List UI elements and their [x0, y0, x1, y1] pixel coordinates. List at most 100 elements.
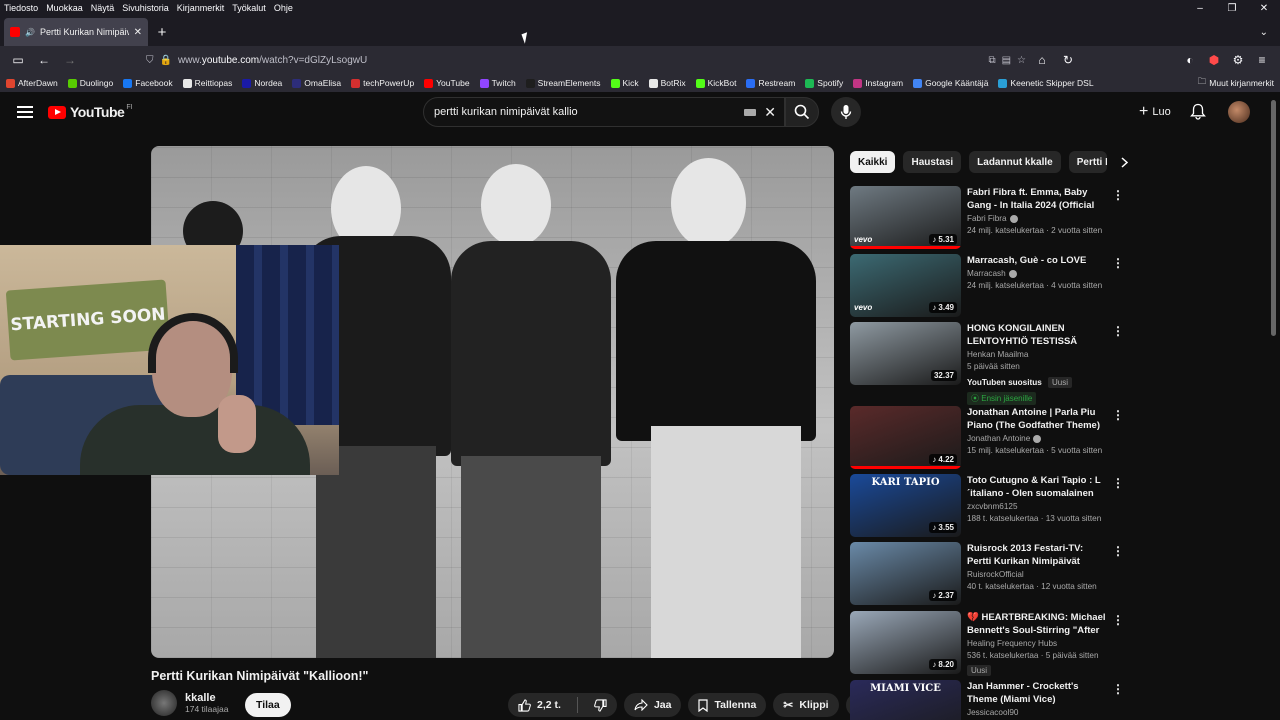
bookmark-item[interactable]: Twitch [479, 78, 516, 88]
close-window-icon[interactable]: ✕ [1248, 3, 1280, 14]
chip-uploaded-by[interactable]: Ladannut kkalle [969, 151, 1061, 173]
channel-avatar[interactable] [151, 690, 177, 716]
recommended-video[interactable]: KARI TAPIO ♪ 3.55 Toto Cutugno & Kari Tapio… [850, 474, 1124, 538]
more-vertical-icon[interactable]: ⋮ [1112, 256, 1124, 270]
lock-icon[interactable]: 🔒 [160, 55, 172, 66]
bookmark-item[interactable]: KickBot [695, 78, 736, 88]
save-button[interactable]: Tallenna [688, 693, 767, 717]
recommended-video[interactable]: 32.37 HONG KONGILAINEN LENTOYHTIÖ TESTISS… [850, 322, 1124, 405]
recommended-video[interactable]: vevo ♪ 5.31 Fabri Fibra ft. Emma, Baby Gang… [850, 186, 1124, 250]
menu-tools[interactable]: Työkalut [228, 3, 270, 13]
dislike-button[interactable] [584, 693, 617, 717]
bookmark-item[interactable]: Kick [610, 78, 639, 88]
recommended-channel[interactable]: Fabri Fibra [967, 214, 1107, 223]
account-avatar[interactable] [1228, 101, 1250, 123]
video-thumbnail[interactable]: 32.37 [850, 322, 961, 385]
more-vertical-icon[interactable]: ⋮ [1112, 682, 1124, 696]
bookmark-item[interactable]: Facebook [123, 78, 173, 88]
subscribe-button[interactable]: Tilaa [245, 693, 291, 717]
video-thumbnail[interactable]: vevo ♪ 5.31 [850, 186, 961, 249]
recommended-video[interactable]: vevo ♪ 3.49 Marracash, Guè - co LOVE Marraca… [850, 254, 1124, 318]
browser-tab[interactable]: 🔊 Pertti Kurikan Nimipäivät "K ✕ [4, 18, 148, 46]
list-tabs-icon[interactable]: ⌄ [1260, 27, 1268, 38]
bookmark-star-icon[interactable]: ☆ [1017, 55, 1026, 66]
recommended-video-title[interactable]: 💔 HEARTBREAKING: Michael Bennett's Soul-… [967, 611, 1107, 637]
bookmark-item[interactable]: YouTube [424, 78, 470, 88]
recommended-video-title[interactable]: Fabri Fibra ft. Emma, Baby Gang - In Ita… [967, 186, 1107, 212]
menu-bookmarks[interactable]: Kirjanmerkit [173, 3, 229, 13]
recommended-video[interactable]: MIAMI VICE Jan Hammer - Crockett's Theme … [850, 680, 1124, 720]
recommended-video-title[interactable]: Toto Cutugno & Kari Tapio : L´italiano -… [967, 474, 1107, 500]
recommended-video-title[interactable]: HONG KONGILAINEN LENTOYHTIÖ TESTISSÄ [967, 322, 1107, 348]
recommended-video-title[interactable]: Jan Hammer - Crockett's Theme (Miami Vic… [967, 680, 1107, 706]
reader-mode-icon[interactable]: ▤ [1002, 55, 1011, 66]
clip-button[interactable]: ✂ Klippi [773, 693, 839, 717]
bookmark-item[interactable]: Reittiopas [182, 78, 232, 88]
recommended-channel[interactable]: Marracash [967, 269, 1107, 278]
back-button-icon[interactable]: ← [34, 50, 54, 70]
more-vertical-icon[interactable]: ⋮ [1112, 476, 1124, 490]
video-thumbnail[interactable]: ♪ 8.20 [850, 611, 961, 674]
menu-history[interactable]: Sivuhistoria [118, 3, 173, 13]
recommended-channel[interactable]: Healing Frequency Hubs [967, 639, 1107, 648]
bookmark-item[interactable]: Keenetic Skipper DSL [998, 78, 1094, 88]
video-thumbnail[interactable]: vevo ♪ 3.49 [850, 254, 961, 317]
voice-search-button[interactable] [831, 97, 861, 127]
bookmark-item[interactable]: Duolingo [67, 78, 113, 88]
bookmark-item[interactable]: StreamElements [525, 78, 601, 88]
address-bar[interactable]: ⛉ 🔒 www.youtube.com/watch?v=dGlZyLsogwU … [146, 49, 1026, 71]
keyboard-icon[interactable] [744, 108, 757, 116]
create-button[interactable]: + Luo [1133, 100, 1177, 124]
youtube-logo[interactable]: YouTube FI [48, 104, 133, 120]
search-button[interactable] [785, 97, 819, 127]
like-button[interactable]: 2,2 t. [508, 693, 571, 717]
ublock-extension-icon[interactable]: ⬢ [1204, 50, 1224, 70]
restore-icon[interactable]: ❐ [1216, 3, 1248, 14]
recommended-video[interactable]: ♪ 8.20 💔 HEARTBREAKING: Michael Bennett's … [850, 611, 1124, 676]
more-vertical-icon[interactable]: ⋮ [1112, 188, 1124, 202]
menu-help[interactable]: Ohje [270, 3, 297, 13]
recommended-channel[interactable]: zxcvbnm6125 [967, 502, 1107, 511]
account-icon[interactable]: ◐ [1180, 50, 1200, 70]
bookmark-item[interactable]: Google Kääntäjä [913, 78, 988, 88]
extensions-puzzle-icon[interactable]: ⚙ [1228, 50, 1248, 70]
recommended-video-title[interactable]: Ruisrock 2013 Festari-TV: Pertti Kurikan… [967, 542, 1107, 568]
bookmark-item[interactable]: Restream [746, 78, 795, 88]
video-thumbnail[interactable]: ♪ 4.22 [850, 406, 961, 469]
bookmark-item[interactable]: AfterDawn [6, 78, 58, 88]
close-tab-icon[interactable]: ✕ [134, 27, 142, 38]
audio-playing-icon[interactable]: 🔊 [25, 28, 35, 37]
recommended-video-title[interactable]: Jonathan Antoine | Parla Piu Piano (The … [967, 406, 1107, 432]
chip-for-you[interactable]: Haustasi [903, 151, 962, 173]
shield-icon[interactable]: ⛉ [146, 55, 154, 66]
video-thumbnail[interactable]: KARI TAPIO ♪ 3.55 [850, 474, 961, 537]
bookmark-item[interactable]: OmaElisa [292, 78, 341, 88]
share-button[interactable]: Jaa [623, 693, 682, 717]
more-vertical-icon[interactable]: ⋮ [1112, 613, 1124, 627]
recommended-video[interactable]: ♪ 2.37 Ruisrock 2013 Festari-TV: Pertti Ku… [850, 542, 1124, 606]
recommended-channel[interactable]: Jessicacool90 [967, 708, 1107, 717]
recommended-video-title[interactable]: Marracash, Guè - co LOVE [967, 254, 1107, 267]
menu-file[interactable]: Tiedosto [0, 3, 42, 13]
more-vertical-icon[interactable]: ⋮ [1112, 544, 1124, 558]
more-vertical-icon[interactable]: ⋮ [1112, 324, 1124, 338]
video-thumbnail[interactable]: MIAMI VICE [850, 680, 961, 720]
bookmark-item[interactable]: Spotify [805, 78, 843, 88]
menu-edit[interactable]: Muokkaa [42, 3, 87, 13]
recommended-channel[interactable]: Henkan Maailma [967, 350, 1107, 359]
channel-name[interactable]: kkalle [185, 692, 228, 704]
bookmark-item[interactable]: Instagram [853, 78, 903, 88]
other-bookmarks[interactable]: 🗀 Muut kirjanmerkit [1198, 76, 1274, 90]
page-scrollbar[interactable] [1271, 100, 1276, 336]
home-icon[interactable]: ⌂ [1032, 50, 1052, 70]
more-vertical-icon[interactable]: ⋮ [1112, 408, 1124, 422]
clear-search-icon[interactable]: ✕ [764, 104, 776, 121]
chip-pertti[interactable]: Pertti K [1068, 151, 1107, 173]
search-box[interactable]: pertti kurikan nimipäivät kallio ✕ [423, 97, 785, 127]
menu-view[interactable]: Näytä [87, 3, 119, 13]
recommended-channel[interactable]: RuisrockOfficial [967, 570, 1107, 579]
bookmark-item[interactable]: Nordea [242, 78, 282, 88]
video-thumbnail[interactable]: ♪ 2.37 [850, 542, 961, 605]
forward-button-icon[interactable]: → [60, 50, 80, 70]
sidebar-toggle-icon[interactable]: ▭ [8, 50, 28, 70]
